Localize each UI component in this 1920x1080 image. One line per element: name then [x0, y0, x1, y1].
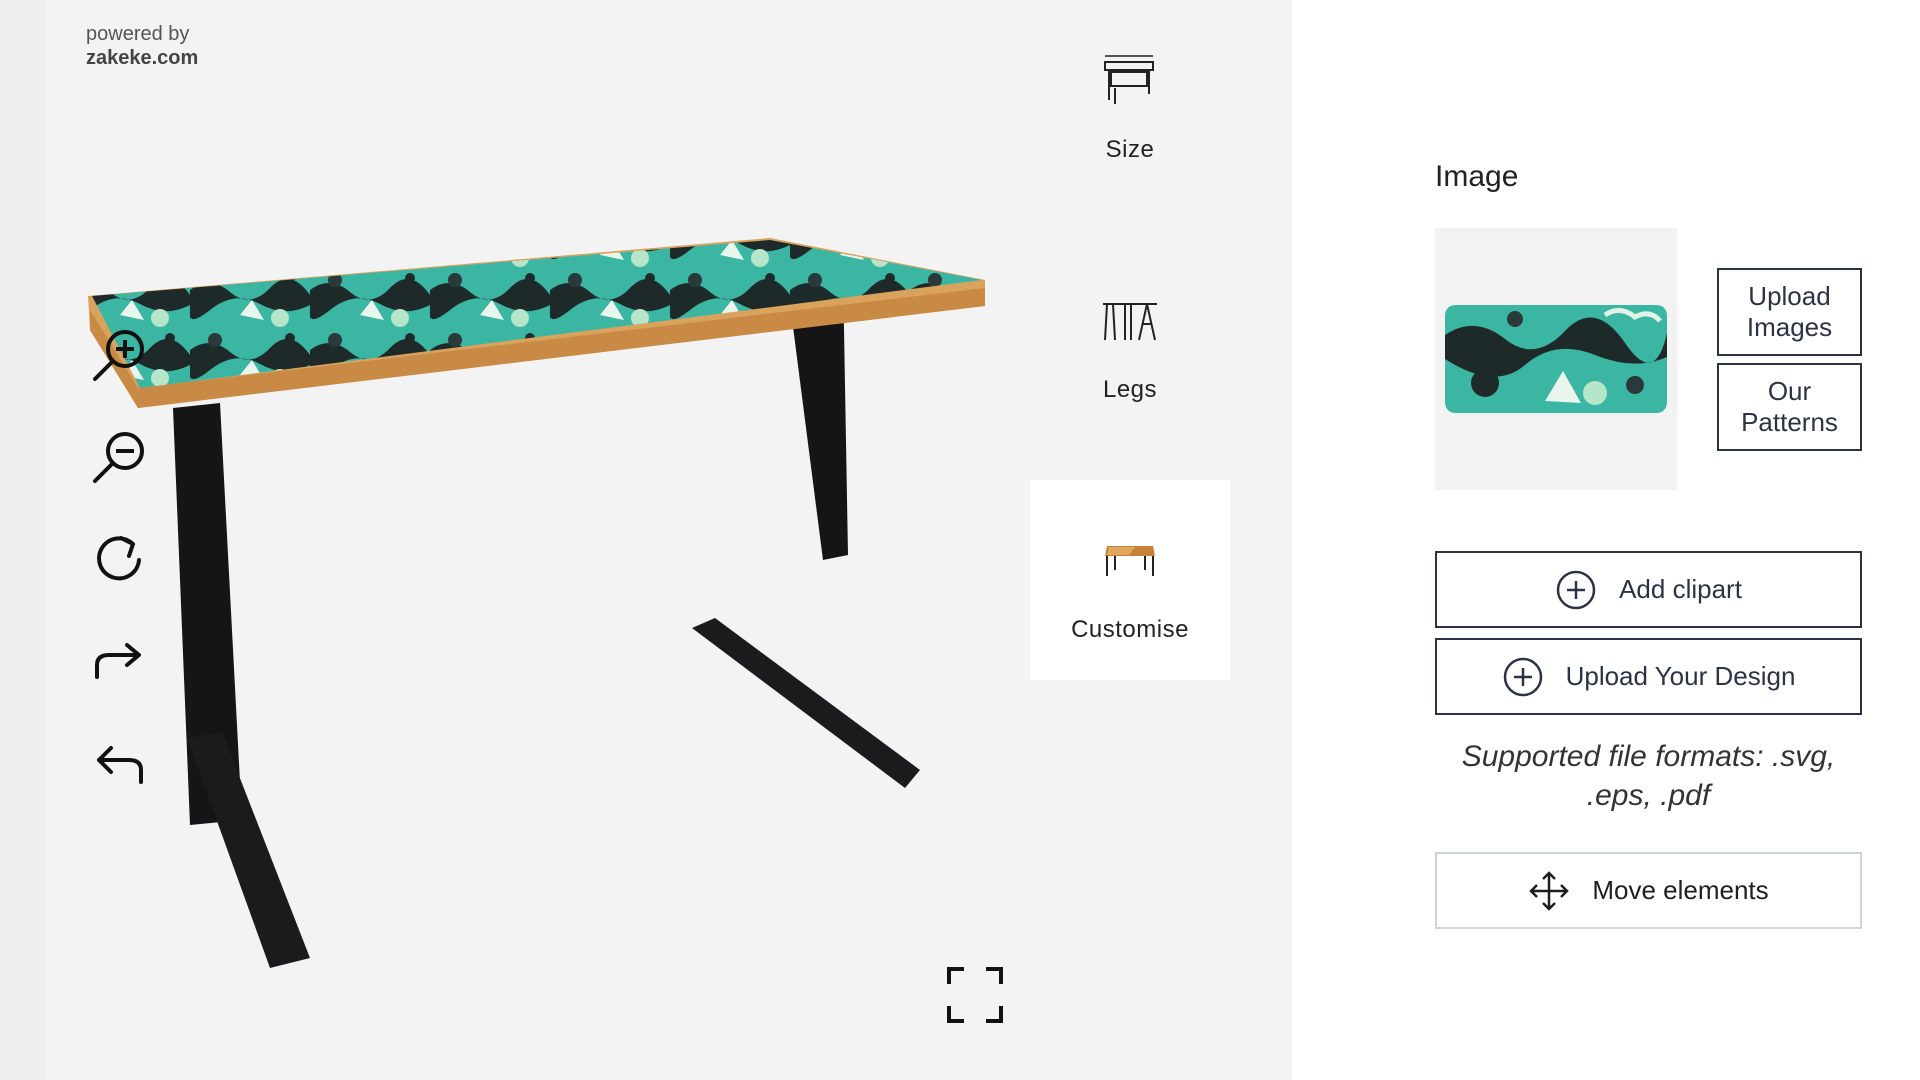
panel-title: Image: [1435, 160, 1519, 193]
selected-image-thumbnail[interactable]: [1435, 228, 1677, 490]
option-customise-label: Customise: [1071, 616, 1189, 643]
move-elements-button[interactable]: Move elements: [1435, 852, 1862, 929]
option-customise[interactable]: Customise: [1030, 480, 1230, 680]
upload-your-design-button[interactable]: Upload Your Design: [1435, 638, 1862, 715]
option-size[interactable]: Size: [1030, 0, 1230, 200]
brand-link[interactable]: zakeke.com: [86, 46, 198, 70]
zoom-out-button[interactable]: [84, 424, 154, 494]
option-size-label: Size: [1105, 136, 1155, 163]
add-clipart-button[interactable]: Add clipart: [1435, 551, 1862, 628]
zoom-out-icon: [93, 432, 144, 483]
upload-images-button[interactable]: Upload Images: [1717, 268, 1862, 356]
option-legs-label: Legs: [1102, 376, 1158, 403]
fullscreen-button[interactable]: [946, 966, 1004, 1024]
upload-your-design-label: Upload Your Design: [1565, 661, 1796, 691]
fullscreen-icon: [947, 967, 1003, 1023]
rotate-icon: [97, 536, 141, 581]
desk-size-icon: [1104, 55, 1154, 104]
undo-arrow-icon: [97, 746, 143, 784]
pattern-image: [1445, 305, 1667, 413]
reset-view-button[interactable]: [84, 523, 154, 593]
powered-by-text: powered by: [86, 23, 190, 45]
zoom-in-button[interactable]: [84, 322, 154, 392]
redo-button[interactable]: [84, 624, 154, 694]
desk-customise-icon: [1105, 546, 1155, 576]
powered-by-label: powered by zakeke.com: [86, 22, 198, 70]
our-patterns-button[interactable]: Our Patterns: [1717, 363, 1862, 451]
zoom-in-icon: [93, 330, 144, 381]
plus-circle-icon: [1503, 657, 1542, 696]
move-elements-label: Move elements: [1592, 875, 1769, 905]
redo-arrow-icon: [95, 643, 141, 679]
undo-button[interactable]: [84, 725, 154, 795]
option-legs[interactable]: Legs: [1030, 240, 1230, 440]
desk-legs-icon: [1103, 303, 1157, 341]
viewer-edge: [0, 0, 47, 1080]
desk-3d-preview[interactable]: [70, 210, 1010, 990]
supported-formats-note: Supported file formats: .svg, .eps, .pdf: [1461, 740, 1836, 812]
add-clipart-label: Add clipart: [1619, 574, 1742, 604]
plus-circle-icon: [1556, 570, 1596, 609]
move-arrows-icon: [1529, 870, 1570, 911]
